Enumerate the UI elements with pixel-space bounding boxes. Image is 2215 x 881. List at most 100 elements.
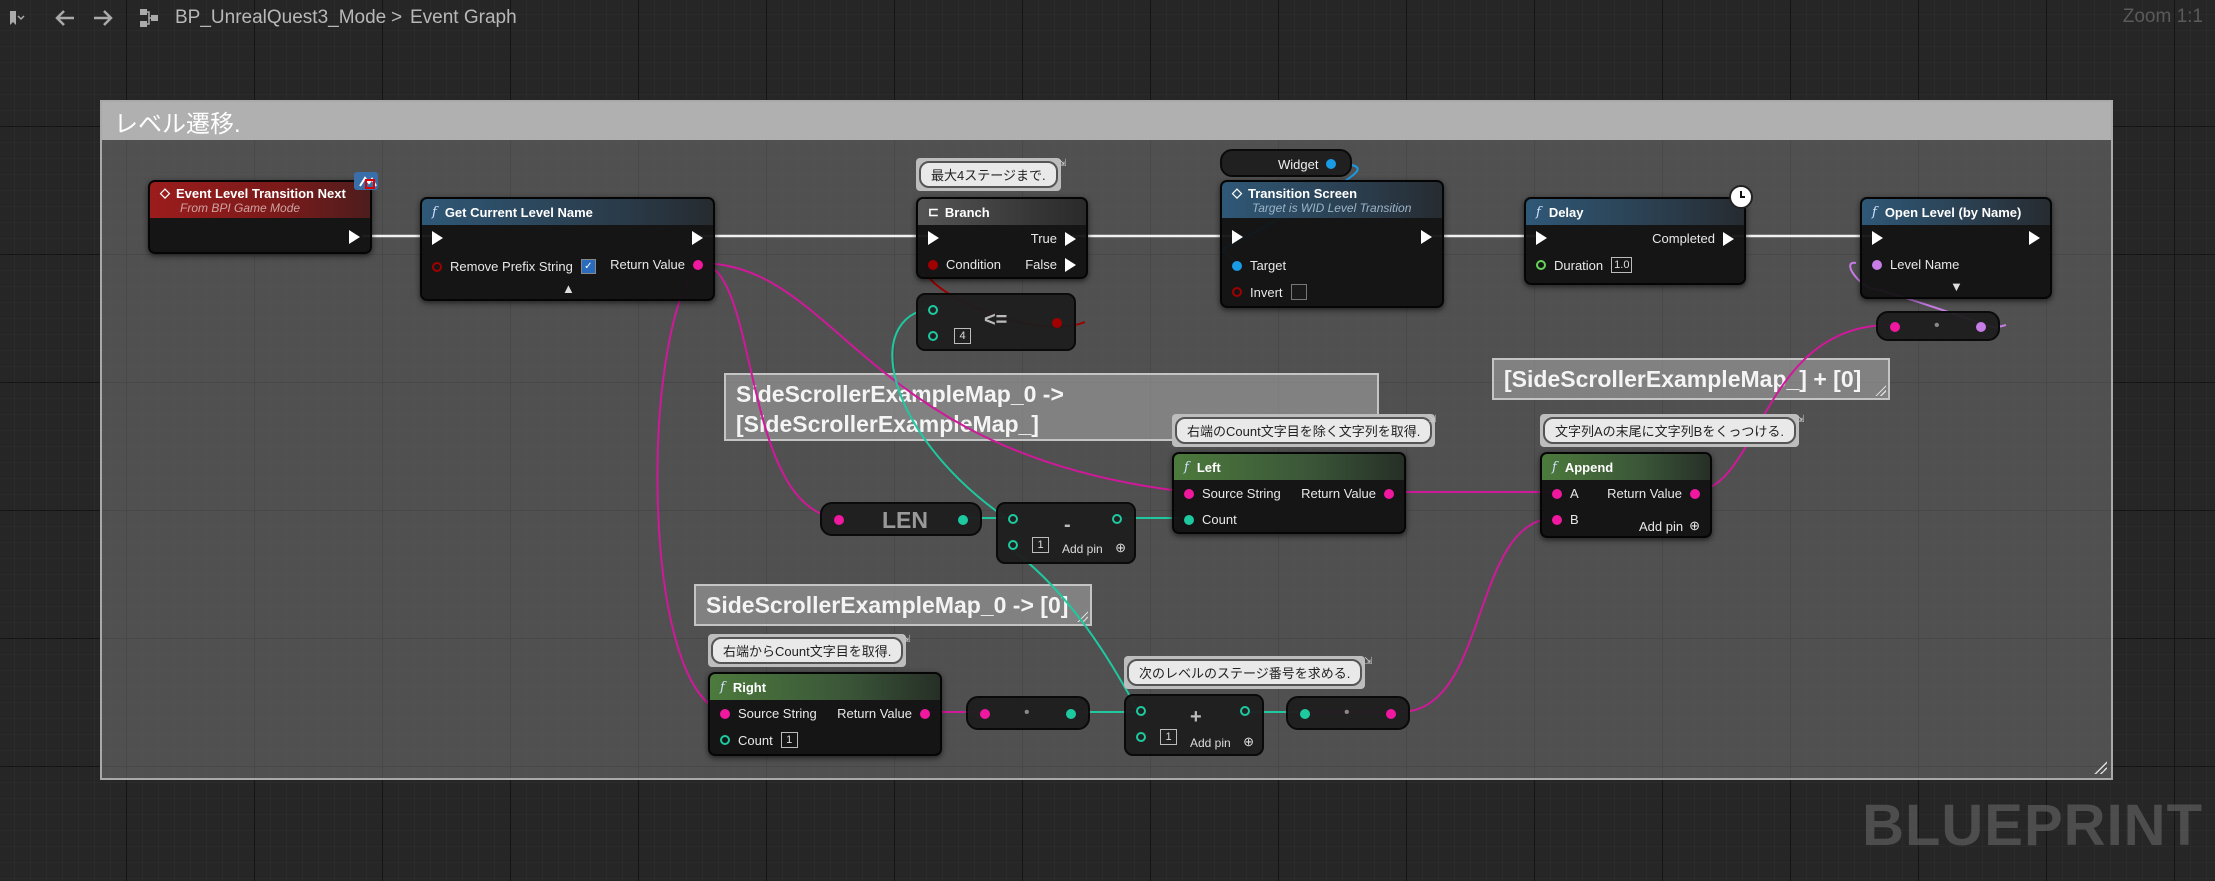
int-pin[interactable]	[958, 515, 968, 525]
exec-pin-icon[interactable]	[1421, 230, 1432, 244]
int-pin[interactable]	[1008, 540, 1018, 550]
string-pin[interactable]	[1690, 488, 1700, 499]
int-pin[interactable]	[928, 331, 938, 341]
exec-out[interactable]	[1421, 230, 1432, 244]
string-pin[interactable]	[720, 708, 730, 719]
int-pin[interactable]	[928, 305, 938, 315]
pin-return-value[interactable]: Return Value	[837, 706, 930, 721]
pin-completed[interactable]: Completed	[1652, 231, 1734, 246]
int-pin[interactable]	[1136, 732, 1146, 742]
pin-true[interactable]: True	[1031, 231, 1076, 246]
pin-target[interactable]: Target	[1232, 258, 1286, 273]
pin-source-string[interactable]: Source String	[720, 706, 817, 721]
subtract-node[interactable]: 1 - Add pin ⊕	[996, 502, 1136, 564]
add-comment-bubble[interactable]: 次のレベルのステージ番号を求める.	[1124, 656, 1366, 689]
int-pin[interactable]	[1184, 514, 1194, 525]
name-pin[interactable]	[1976, 322, 1986, 332]
right-comment-bubble[interactable]: 右端からCount文字目を取得.	[708, 634, 907, 667]
exec-out[interactable]	[2029, 231, 2040, 245]
pushpin-icon[interactable]: ⇲	[1428, 414, 1436, 425]
pin-invert[interactable]: Invert	[1232, 284, 1307, 300]
string-pin[interactable]	[1184, 488, 1194, 499]
value-box[interactable]: 4	[954, 328, 971, 344]
name-pin[interactable]	[1872, 259, 1882, 270]
exec-pin-icon[interactable]	[1723, 231, 1734, 246]
exec-pin-icon[interactable]	[1065, 231, 1076, 246]
pin-return-value[interactable]: Return Value	[1301, 486, 1394, 501]
int-pin[interactable]	[720, 735, 730, 745]
invert-checkbox[interactable]	[1290, 284, 1307, 300]
string-pin[interactable]	[1552, 488, 1562, 499]
pin-remove-prefix[interactable]: Remove Prefix String ✓	[432, 259, 596, 274]
bool-pin[interactable]	[928, 259, 938, 270]
add-pin-icon[interactable]: ⊕	[1689, 518, 1700, 534]
pin-source-string[interactable]: Source String	[1184, 486, 1281, 501]
int-pin[interactable]	[1008, 514, 1018, 524]
exec-pin-icon[interactable]	[1232, 230, 1243, 244]
string-pin[interactable]	[1386, 709, 1396, 719]
float-pin[interactable]	[1536, 260, 1546, 270]
pin-return-value[interactable]: Return Value	[610, 257, 703, 272]
add-pin-icon[interactable]: ⊕	[1243, 734, 1254, 750]
left-node[interactable]: f Left Source String Return Value Count	[1172, 452, 1406, 534]
string-to-int-conversion-node[interactable]: •	[966, 696, 1090, 730]
left-comment-bubble[interactable]: 右端のCount文字目を除く文字列を取得.	[1172, 414, 1436, 447]
branch-node[interactable]: ⊏ Branch True Condition False	[916, 197, 1088, 279]
exec-pin-icon[interactable]	[1065, 257, 1076, 272]
pin-a[interactable]: A	[1552, 486, 1579, 501]
pushpin-icon[interactable]: ⇲	[1058, 158, 1066, 169]
string-pin[interactable]	[834, 515, 844, 525]
value-box[interactable]: 1	[1032, 537, 1049, 553]
right-node[interactable]: f Right Source String Return Value Count 1	[708, 672, 942, 756]
int-pin[interactable]	[1112, 514, 1122, 524]
event-level-transition-next-node[interactable]: ◇ Event Level Transition Next From BPI Ga…	[148, 180, 372, 254]
append-add-pin[interactable]: Add pin ⊕	[1639, 518, 1700, 534]
check-icon[interactable]: ✓	[580, 259, 596, 274]
exec-in[interactable]	[1232, 230, 1243, 244]
object-pin[interactable]	[1232, 260, 1242, 271]
transition-screen-node[interactable]: ◇ Transition Screen Target is WID Level T…	[1220, 180, 1444, 308]
string-pin[interactable]	[920, 708, 930, 719]
pushpin-icon[interactable]: ⇲	[1364, 656, 1372, 667]
bool-pin[interactable]	[432, 261, 442, 272]
exec-pin-icon[interactable]	[2029, 231, 2040, 245]
event-exec-out[interactable]	[349, 230, 360, 244]
int-pin[interactable]	[1066, 709, 1076, 719]
add-pin-label[interactable]: Add pin	[1190, 736, 1231, 750]
string-pin[interactable]	[693, 259, 703, 270]
exec-pin-icon[interactable]	[928, 231, 939, 245]
expand-chevron-icon[interactable]: ▼	[1950, 279, 1963, 294]
exec-pin-icon[interactable]	[1872, 231, 1883, 245]
widget-variable-node[interactable]: Widget	[1220, 149, 1352, 177]
append-node[interactable]: f Append A Return Value B Add pin ⊕	[1540, 452, 1712, 538]
object-pin[interactable]	[1326, 159, 1336, 169]
branch-comment-bubble[interactable]: 最大4ステージまで.	[916, 158, 1061, 191]
delay-node[interactable]: f Delay Completed Duration 1.0	[1524, 197, 1746, 285]
exec-pin-icon[interactable]	[1536, 231, 1547, 245]
int-to-string-conversion-node[interactable]: •	[1286, 696, 1410, 730]
string-to-name-conversion-node[interactable]: •	[1876, 311, 2000, 341]
exec-pin-icon[interactable]	[692, 231, 703, 245]
exec-pin-icon[interactable]	[349, 230, 360, 244]
value-box[interactable]: 1.0	[1611, 257, 1633, 273]
pin-duration[interactable]: Duration 1.0	[1536, 257, 1633, 273]
bool-pin[interactable]	[1232, 287, 1242, 297]
pin-condition[interactable]: Condition	[928, 257, 1001, 272]
get-current-level-name-node[interactable]: f Get Current Level Name Remove Prefix St…	[420, 197, 715, 301]
exec-in[interactable]	[1536, 231, 1547, 245]
compare-less-equal-node[interactable]: 4 <=	[916, 293, 1076, 351]
int-pin[interactable]	[1300, 709, 1310, 719]
value-box[interactable]: 1	[780, 732, 798, 748]
string-pin[interactable]	[980, 709, 990, 719]
collapse-chevron-icon[interactable]: ▲	[562, 281, 575, 296]
string-pin[interactable]	[1552, 514, 1562, 525]
pin-b[interactable]: B	[1552, 512, 1579, 527]
pin-count[interactable]: Count 1	[720, 732, 798, 748]
pin-count[interactable]: Count	[1184, 512, 1237, 527]
exec-pin-icon[interactable]	[432, 231, 443, 245]
open-level-by-name-node[interactable]: f Open Level (by Name) Level Name ▼	[1860, 197, 2052, 299]
len-node[interactable]: LEN	[820, 502, 982, 536]
append-comment-bubble[interactable]: 文字列Aの末尾に文字列Bをくっつける.	[1540, 414, 1799, 447]
int-pin[interactable]	[1240, 706, 1250, 716]
exec-in[interactable]	[928, 231, 939, 245]
